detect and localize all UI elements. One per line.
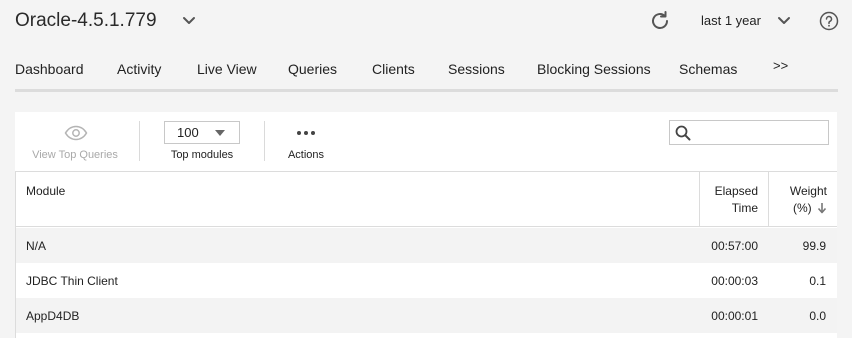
actions-label: Actions <box>287 149 325 161</box>
toolbar-divider <box>264 121 265 161</box>
table-header: Module Elapsed Time Weight (%) <box>16 172 837 227</box>
search-icon <box>675 125 691 141</box>
top-modules-group: Top modules <box>157 112 247 171</box>
column-header-module[interactable]: Module <box>26 184 65 198</box>
tab-queries[interactable]: Queries <box>288 61 337 77</box>
chevron-down-icon[interactable] <box>775 12 793 30</box>
modules-panel: View Top Queries 100 Top modules Actions <box>15 112 837 338</box>
module-cell: N/A <box>26 239 47 253</box>
weight-header-line1: Weight <box>789 184 827 198</box>
weight-header-unit: (%) <box>792 201 812 215</box>
column-header-weight[interactable]: Weight (%) <box>769 172 837 227</box>
chevron-down-icon[interactable] <box>180 12 198 30</box>
toolbar: View Top Queries 100 Top modules Actions <box>15 112 837 171</box>
column-header-elapsed-time[interactable]: Elapsed Time <box>700 172 768 227</box>
elapsed-time-cell: 00:00:01 <box>711 309 758 323</box>
table-row[interactable]: N/A 00:57:00 99.9 <box>16 228 837 263</box>
module-cell: AppD4DB <box>26 309 80 323</box>
toolbar-divider <box>139 121 140 161</box>
database-title[interactable]: Oracle-4.5.1.779 <box>15 10 157 32</box>
elapsed-header-line1: Elapsed <box>714 184 758 198</box>
top-bar: Oracle-4.5.1.779 last 1 year <box>0 0 852 44</box>
module-cell: JDBC Thin Client <box>26 274 118 288</box>
elapsed-time-cell: 00:00:03 <box>711 274 758 288</box>
elapsed-header-line2: Time <box>731 201 758 215</box>
arrow-down-icon <box>817 203 827 214</box>
actions-button[interactable]: Actions <box>281 112 331 171</box>
tabs-divider <box>15 89 838 92</box>
tab-bar: Dashboard Activity Live View Queries Cli… <box>0 52 852 88</box>
tab-activity[interactable]: Activity <box>117 61 161 77</box>
elapsed-time-cell: 00:57:00 <box>711 239 758 253</box>
search-field[interactable] <box>669 120 829 145</box>
tab-sessions[interactable]: Sessions <box>448 61 505 77</box>
tab-blocking-sessions[interactable]: Blocking Sessions <box>537 61 651 77</box>
view-top-queries-label: View Top Queries <box>32 149 118 161</box>
view-top-queries-button[interactable]: View Top Queries <box>29 112 121 171</box>
help-icon[interactable] <box>819 11 839 31</box>
weight-header-line2: (%) <box>769 200 827 217</box>
weight-cell: 99.9 <box>802 239 826 253</box>
table-row[interactable]: JDBC Thin Client 00:00:03 0.1 <box>16 263 837 298</box>
top-modules-label: Top modules <box>170 149 234 161</box>
tab-live-view[interactable]: Live View <box>197 61 257 77</box>
tab-dashboard[interactable]: Dashboard <box>15 61 84 77</box>
tab-more[interactable]: >> <box>773 58 788 73</box>
tab-schemas[interactable]: Schemas <box>679 61 737 77</box>
time-range-selector[interactable]: last 1 year <box>701 13 761 28</box>
table-row[interactable]: AppD4DB 00:00:01 0.0 <box>16 298 837 333</box>
tab-clients[interactable]: Clients <box>372 61 415 77</box>
search-input[interactable] <box>694 122 824 143</box>
weight-cell: 0.1 <box>809 274 826 288</box>
weight-cell: 0.0 <box>809 309 826 323</box>
eye-icon <box>64 125 88 141</box>
more-icon <box>297 131 315 135</box>
modules-table: Module Elapsed Time Weight (%) N/A 00:57… <box>15 171 837 338</box>
refresh-icon[interactable] <box>648 9 672 33</box>
